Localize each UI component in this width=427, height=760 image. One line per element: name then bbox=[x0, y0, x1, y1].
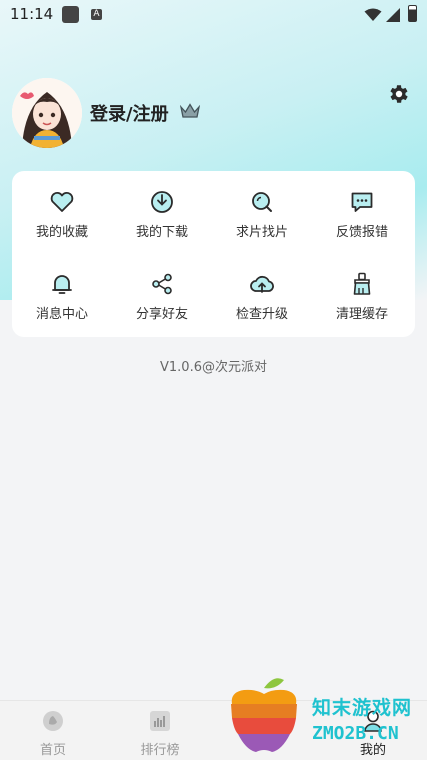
menu-item-label: 清理缓存 bbox=[335, 307, 388, 322]
watermark-logo bbox=[231, 678, 297, 752]
cloud-upload-icon bbox=[250, 275, 274, 293]
chart-icon bbox=[150, 711, 170, 731]
feedback-icon bbox=[351, 192, 373, 212]
login-register-link[interactable]: 登录/注册 bbox=[90, 100, 169, 126]
menu-item-label: 反馈报错 bbox=[335, 225, 388, 240]
menu-item-request[interactable]: 求片找片 bbox=[212, 189, 312, 240]
app-version: V1.0.6@次元派对 bbox=[160, 360, 267, 375]
avatar[interactable] bbox=[12, 78, 82, 148]
menu-item-label: 求片找片 bbox=[235, 225, 288, 240]
bell-icon bbox=[52, 275, 72, 294]
watermark-title: 知末游戏网 bbox=[312, 697, 413, 719]
menu-item-favorites[interactable]: 我的收藏 bbox=[12, 189, 112, 240]
menu-item-feedback[interactable]: 反馈报错 bbox=[312, 189, 412, 240]
heart-icon bbox=[50, 191, 74, 212]
menu-item-downloads[interactable]: 我的下载 bbox=[112, 189, 212, 240]
watermark-subtitle: ZMO2B.CN bbox=[312, 723, 399, 744]
broom-icon bbox=[353, 272, 371, 295]
notification-icon bbox=[62, 6, 79, 23]
share-icon bbox=[152, 273, 172, 295]
signal-icon bbox=[386, 8, 400, 22]
menu-item-label: 消息中心 bbox=[35, 307, 88, 322]
battery-icon bbox=[408, 5, 417, 22]
menu-item-clear-cache[interactable]: 清理缓存 bbox=[312, 271, 412, 322]
menu-item-messages[interactable]: 消息中心 bbox=[12, 271, 112, 322]
menu-item-update[interactable]: 检查升级 bbox=[212, 271, 312, 322]
search-icon bbox=[252, 192, 272, 212]
home-icon bbox=[43, 711, 63, 731]
a-badge-icon: A bbox=[91, 9, 102, 20]
tab-label: 首页 bbox=[39, 743, 66, 758]
menu-item-label: 分享好友 bbox=[135, 307, 188, 322]
menu-item-label: 检查升级 bbox=[235, 307, 288, 322]
settings-gear-icon[interactable] bbox=[386, 82, 410, 106]
tab-label: 排行榜 bbox=[140, 743, 180, 758]
vip-crown-icon bbox=[180, 103, 200, 118]
wifi-icon bbox=[364, 8, 382, 21]
menu-item-label: 我的下载 bbox=[135, 225, 188, 240]
menu-item-label: 我的收藏 bbox=[35, 225, 88, 240]
tab-home[interactable]: 首页 bbox=[13, 709, 93, 758]
menu-card: 我的收藏 我的下载 求片找片 反馈报错 消息中心 分享好友 检查升级 清理缓存 bbox=[12, 171, 415, 337]
status-time: 11:14 bbox=[10, 5, 54, 23]
download-icon bbox=[151, 191, 173, 213]
menu-item-share[interactable]: 分享好友 bbox=[112, 271, 212, 322]
avatar-image bbox=[12, 78, 82, 148]
tab-ranking[interactable]: 排行榜 bbox=[120, 709, 200, 758]
watermark: 知末游戏网 ZMO2B.CN bbox=[226, 672, 427, 759]
status-bar: 11:14 A bbox=[0, 0, 427, 30]
